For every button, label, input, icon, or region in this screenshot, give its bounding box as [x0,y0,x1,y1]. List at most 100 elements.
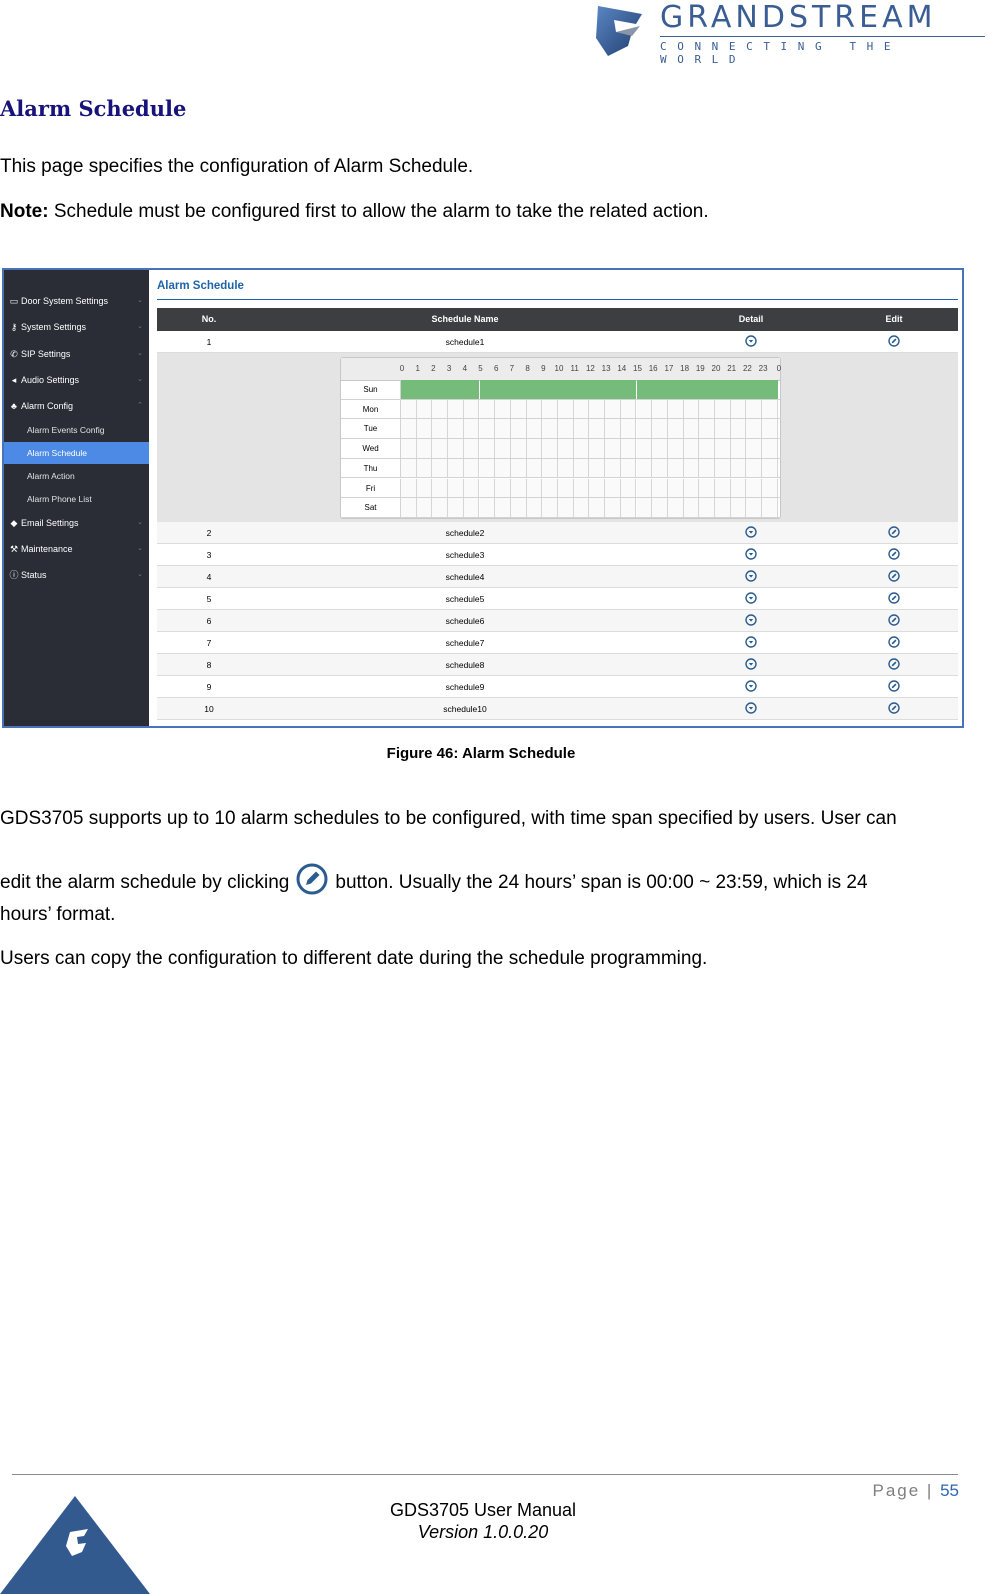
hour-cell[interactable] [620,458,637,478]
hour-cell[interactable] [573,478,590,498]
hour-cell[interactable] [636,498,653,517]
hour-cell[interactable] [573,399,590,419]
hour-cell[interactable] [715,399,731,419]
hour-cell[interactable] [558,399,574,419]
hour-cell[interactable] [463,419,480,439]
edit-icon[interactable] [888,680,900,692]
hour-cell[interactable] [463,458,480,478]
hour-cell[interactable] [558,419,574,439]
hour-cell[interactable] [699,419,715,439]
edit-icon[interactable] [888,548,900,560]
hour-cell[interactable] [605,478,621,498]
hour-cell[interactable] [401,458,417,478]
hour-cell[interactable] [416,439,433,458]
hour-cell[interactable] [699,439,715,458]
edit-icon[interactable] [888,526,900,538]
hour-cell[interactable] [730,419,747,439]
hour-cell[interactable] [416,419,433,439]
hour-cell[interactable] [526,399,543,419]
hour-cell[interactable] [667,498,684,517]
hour-cell[interactable] [573,419,590,439]
hour-cell[interactable] [762,380,778,399]
hour-cell[interactable] [542,399,558,419]
hour-cell[interactable] [448,399,464,419]
hour-cell[interactable] [667,478,684,498]
hour-cell[interactable] [620,498,637,517]
hour-cell[interactable] [730,478,747,498]
hour-cell[interactable] [730,458,747,478]
hour-cell[interactable] [573,380,590,399]
hour-cell[interactable] [573,498,590,517]
hour-cell[interactable] [432,380,449,399]
hour-cell[interactable] [715,478,731,498]
hour-cell[interactable] [542,498,558,517]
hour-cell[interactable] [746,439,763,458]
hour-cell[interactable] [510,458,527,478]
hour-cell[interactable] [558,498,574,517]
hour-cell[interactable] [510,478,527,498]
hour-cell[interactable] [699,458,715,478]
hour-cell[interactable] [432,419,449,439]
hour-cell[interactable] [448,478,464,498]
hour-cell[interactable] [479,399,496,419]
hour-cell[interactable] [683,419,700,439]
hour-cell[interactable] [401,380,417,399]
hour-cell[interactable] [652,399,668,419]
detail-toggle-icon[interactable] [745,636,757,648]
hour-cell[interactable] [526,380,543,399]
hour-cell[interactable] [620,399,637,419]
hour-cell[interactable] [479,419,496,439]
hour-cell[interactable] [652,478,668,498]
hour-cell[interactable] [636,380,653,399]
hour-cell[interactable] [463,478,480,498]
hour-cell[interactable] [746,498,763,517]
edit-icon[interactable] [888,702,900,714]
hour-cell[interactable] [526,439,543,458]
hour-cell[interactable] [589,399,606,419]
hour-cell[interactable] [667,380,684,399]
hour-cell[interactable] [605,439,621,458]
hour-cell[interactable] [495,399,511,419]
sidebar-item-maintenance[interactable]: ⚒ Maintenance ⌄ [4,538,149,560]
hour-cell[interactable] [589,458,606,478]
hour-cell[interactable] [636,399,653,419]
sidebar-item-sip-settings[interactable]: ✆ SIP Settings ⌄ [4,343,149,365]
edit-icon[interactable] [888,658,900,670]
hour-cell[interactable] [746,399,763,419]
edit-icon[interactable] [888,570,900,582]
sidebar-item-email-settings[interactable]: ◆ Email Settings ⌄ [4,512,149,534]
hour-cell[interactable] [699,399,715,419]
sidebar-item-alarm-config[interactable]: ♣ Alarm Config ⌃ [4,395,149,417]
hour-cell[interactable] [463,439,480,458]
hour-cell[interactable] [605,498,621,517]
hour-cell[interactable] [416,458,433,478]
detail-toggle-icon[interactable] [745,592,757,604]
hour-cell[interactable] [730,399,747,419]
hour-cell[interactable] [746,419,763,439]
hour-cell[interactable] [416,399,433,419]
hour-cell[interactable] [416,478,433,498]
hour-cell[interactable] [448,380,464,399]
hour-cell[interactable] [667,439,684,458]
hour-cell[interactable] [667,458,684,478]
edit-icon[interactable] [888,335,900,347]
hour-cell[interactable] [652,458,668,478]
hour-cell[interactable] [573,439,590,458]
hour-cell[interactable] [636,439,653,458]
hour-cell[interactable] [652,419,668,439]
hour-cell[interactable] [683,439,700,458]
hour-cell[interactable] [526,478,543,498]
sidebar-subitem-alarm-schedule[interactable]: Alarm Schedule [4,441,149,464]
hour-cell[interactable] [510,439,527,458]
hour-cell[interactable] [589,419,606,439]
hour-cell[interactable] [542,380,558,399]
hour-cell[interactable] [746,380,763,399]
hour-cell[interactable] [479,380,496,399]
hour-cell[interactable] [510,399,527,419]
hour-cell[interactable] [479,498,496,517]
hour-cell[interactable] [683,458,700,478]
hour-cell[interactable] [448,498,464,517]
hour-cell[interactable] [526,419,543,439]
hour-cell[interactable] [463,498,480,517]
hour-cell[interactable] [432,439,449,458]
